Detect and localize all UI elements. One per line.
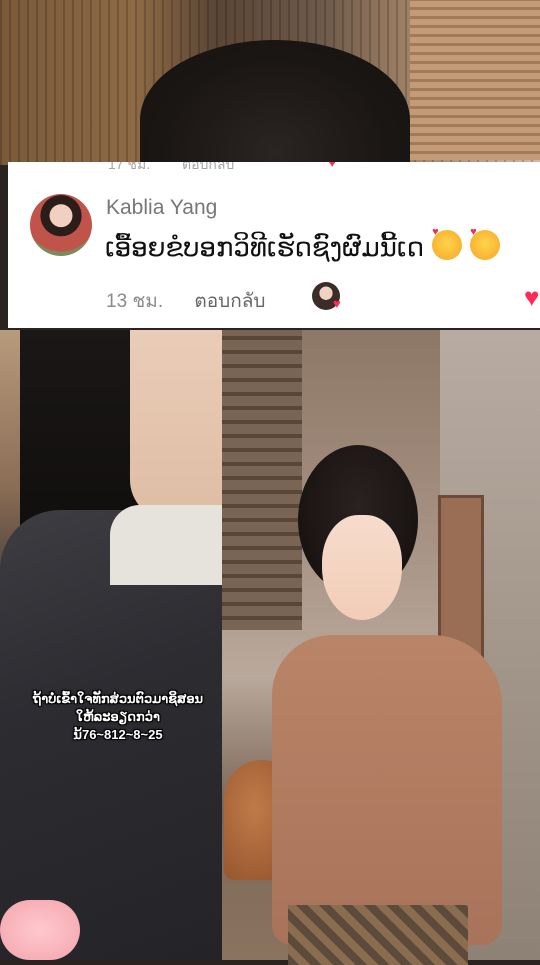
comment-meta: 13 ชม. ตอบกลับ [106, 286, 265, 316]
previous-comment-time: 17 ชม. [108, 162, 151, 172]
left-neck [130, 330, 222, 520]
creator-heart-icon: ♥ [333, 296, 341, 311]
caption-line-3: ນ້76~812~8~25 [73, 727, 163, 742]
comment-text-row: ເອື້ອຍຂໍບອກວິທີເຮັດຊົງຜົມນີ້ເດ [105, 226, 501, 263]
comment-text: ເອື້ອຍຂໍບອກວິທີເຮັດຊົງຜົມນີ້ເດ [105, 232, 425, 262]
right-roof [222, 330, 302, 630]
girl-skirt [288, 905, 468, 965]
pink-blur [0, 900, 80, 960]
comment-timestamp: 13 ชม. [106, 291, 164, 312]
previous-heart-icon: ♥ [328, 162, 337, 170]
video-caption: ຖ້າບໍ່ເຂົ້າໃຈທັກສ່ວນຕົວມາຊິສອນ ໃຫ້ລະອຽດກ… [18, 690, 218, 744]
reply-button[interactable]: ตอบกลับ [194, 291, 265, 312]
avatar[interactable] [30, 194, 92, 256]
comment-card: 17 ชม. ตอบกลับ ♥ Kablia Yang ເອື້ອຍຂໍບອກ… [8, 162, 540, 328]
previous-reply-link[interactable]: ตอบกลับ [182, 162, 234, 172]
girl-blouse [272, 635, 502, 945]
left-collar [110, 505, 222, 585]
comment-username[interactable]: Kablia Yang [106, 196, 217, 220]
smiling-face-with-hearts-icon [432, 226, 463, 260]
previous-comment-meta: 17 ชม. ตอบกลับ [108, 162, 262, 172]
smiling-face-with-hearts-icon [470, 226, 501, 260]
caption-line-1: ຖ້າບໍ່ເຂົ້າໃຈທັກສ່ວນຕົວມາຊິສອນ [32, 691, 204, 706]
tin-roof-background [410, 0, 540, 160]
girl-face [322, 515, 402, 620]
heart-icon[interactable]: ♥ [524, 282, 539, 313]
caption-line-2: ໃຫ້ລະອຽດກວ່າ [76, 709, 160, 724]
